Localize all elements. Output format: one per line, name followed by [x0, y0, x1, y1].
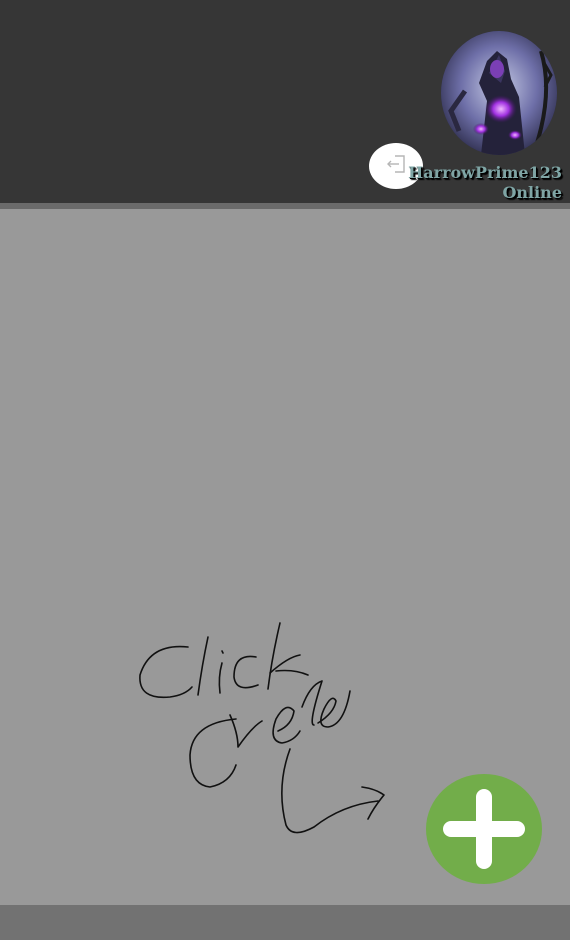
username-label: HarrowPrime123 — [408, 163, 562, 182]
app-page: HarrowPrime123 Online — [0, 0, 570, 940]
click-here-hint — [139, 622, 385, 834]
user-avatar[interactable] — [441, 31, 557, 155]
add-button[interactable] — [426, 774, 542, 884]
avatar-image — [441, 31, 557, 155]
footer-bar — [0, 905, 570, 940]
status-label: Online — [502, 183, 562, 202]
plus-icon-vertical — [476, 789, 492, 869]
logout-icon — [386, 155, 406, 177]
header-bar: HarrowPrime123 Online — [0, 0, 570, 203]
user-info: HarrowPrime123 Online — [408, 163, 562, 203]
